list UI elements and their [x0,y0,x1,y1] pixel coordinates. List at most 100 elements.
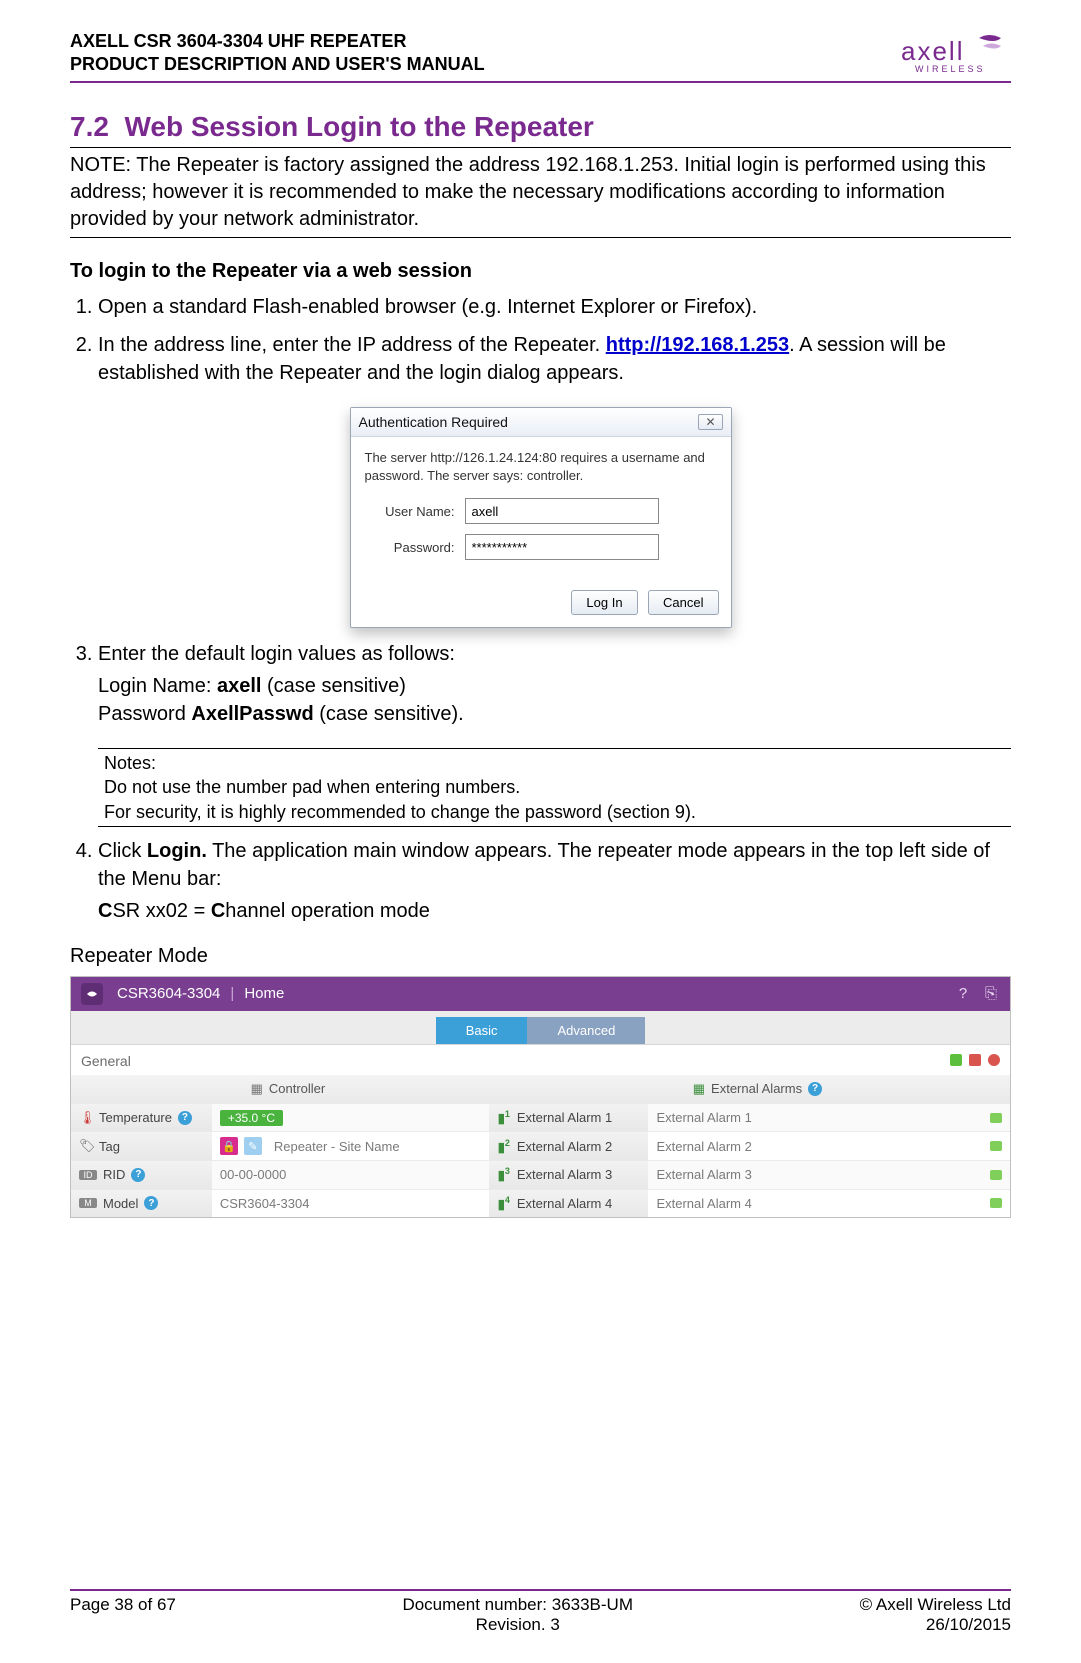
auth-dialog: Authentication Required ✕ The server htt… [350,407,732,628]
footer-mid: Document number: 3633B-UM Revision. 3 [402,1595,633,1635]
ea1-value: External Alarm 1 [648,1104,982,1131]
alarm-icon: ▮4 [497,1195,511,1212]
dialog-buttons: Log In Cancel [351,582,731,627]
app-tabs: BasicAdvanced [71,1011,1010,1045]
ea2-label: ▮2External Alarm 2 [489,1132,649,1160]
table-row: MModel? CSR3604-3304 ▮4External Alarm 4 … [71,1189,1010,1217]
tag-label: 🏷Tag [71,1132,212,1160]
mode-t1: SR xx02 = [112,900,210,922]
data-grid: 🌡Temperature? +35.0 °C ▮1External Alarm … [71,1103,1010,1217]
ea4-value: External Alarm 4 [648,1190,982,1217]
login-name-post: (case sensitive) [261,675,406,697]
step2-pre: In the address line, enter the IP addres… [98,334,606,356]
password-row: Password: [365,534,717,560]
step-1: Open a standard Flash-enabled browser (e… [98,293,1011,321]
app-home[interactable]: Home [244,985,284,1002]
section-title-text: Web Session Login to the Repeater [125,111,594,142]
dialog-body: The server http://126.1.24.124:80 requir… [351,437,731,582]
header-line2: PRODUCT DESCRIPTION AND USER'S MANUAL [70,53,485,76]
alarm-icon: ▮3 [497,1166,511,1183]
status-red-icon [969,1054,981,1066]
step3-text: Enter the default login values as follow… [98,643,455,665]
header-title: AXELL CSR 3604-3304 UHF REPEATER PRODUCT… [70,30,485,77]
topbar-divider: | [230,985,234,1002]
tab-basic[interactable]: Basic [436,1017,528,1044]
step-3: Enter the default login values as follow… [98,640,1011,728]
login-subheading: To login to the Repeater via a web sessi… [70,260,1011,283]
repeater-mode-label: Repeater Mode [70,945,1011,968]
app-topbar: CSR3604-3304 | Home ? ⎘ [71,977,1010,1011]
login-button[interactable]: Log In [571,590,637,615]
tag-text: Repeater - Site Name [274,1139,400,1154]
ea3-status [982,1161,1010,1188]
password-post: (case sensitive). [314,703,464,725]
password-value: AxellPasswd [191,703,313,725]
help-icon[interactable]: ? [178,1111,192,1125]
ea4-status [982,1190,1010,1217]
help-icon[interactable]: ? [131,1168,145,1182]
table-row: 🏷Tag 🔒 ✎ Repeater - Site Name ▮2External A… [71,1131,1010,1160]
dialog-titlebar: Authentication Required ✕ [351,408,731,437]
login-name-pre: Login Name: [98,675,217,697]
tag-value: 🔒 ✎ Repeater - Site Name [212,1132,489,1160]
tab-advanced[interactable]: Advanced [527,1017,645,1044]
mode-t2: hannel operation mode [225,900,430,922]
columns-header: ▦ Controller ▦ External Alarms ? [71,1075,1010,1103]
tag-icon: 🏷 [79,1138,93,1154]
notes-line1: Do not use the number pad when entering … [104,775,1011,799]
rid-value: 00-00-0000 [212,1161,489,1188]
col-extalarms-label: External Alarms [711,1081,802,1096]
footer-right: © Axell Wireless Ltd 26/10/2015 [860,1595,1011,1635]
section-number: 7.2 [70,111,109,142]
id-icon: ID [79,1170,97,1180]
step-2: In the address line, enter the IP addres… [98,331,1011,387]
logout-icon[interactable]: ⎘ [982,985,1000,1003]
ip-link[interactable]: http://192.168.1.253 [606,334,789,356]
status-green-icon [950,1054,962,1066]
auth-dialog-screenshot: Authentication Required ✕ The server htt… [70,407,1011,628]
login-name-value: axell [217,675,261,697]
mode-c2: C [211,900,225,922]
panel-status-icons [947,1053,1000,1069]
close-icon[interactable]: ✕ [698,414,722,430]
help-icon[interactable]: ? [954,985,972,1003]
notes-line2: For security, it is highly recommended t… [104,800,1011,824]
status-ok-icon [990,1113,1002,1123]
section-heading: 7.2 Web Session Login to the Repeater [70,111,1011,143]
password-label: Password: [365,540,455,555]
status-red-dot-icon [988,1054,1000,1066]
mode-c1: C [98,900,112,922]
thermometer-icon: 🌡 [79,1110,93,1126]
model-label: MModel? [71,1190,212,1217]
help-icon[interactable]: ? [808,1082,822,1096]
temperature-badge: +35.0 °C [220,1110,283,1126]
steps-list-4: Click Login. The application main window… [70,837,1011,925]
steps-list-cont: Enter the default login values as follow… [70,640,1011,728]
ea4-label: ▮4External Alarm 4 [489,1190,649,1217]
footer-rev: Revision. 3 [402,1615,633,1635]
axell-logo-icon: axell WIRELESS [901,30,1011,74]
model-value: CSR3604-3304 [212,1190,489,1217]
panel-header: General [71,1045,1010,1075]
svg-text:WIRELESS: WIRELESS [915,64,986,74]
notes-title: Notes: [104,751,1011,775]
username-input[interactable] [465,498,659,524]
step4-bold: Login. [147,840,207,862]
password-pre: Password [98,703,191,725]
edit-icon[interactable]: ✎ [244,1137,262,1155]
col-controller: ▦ Controller [71,1075,505,1103]
help-icon[interactable]: ? [144,1196,158,1210]
step-4: Click Login. The application main window… [98,837,1011,925]
svg-text:axell: axell [901,36,964,66]
footer-date: 26/10/2015 [860,1615,1011,1635]
lock-icon[interactable]: 🔒 [220,1137,238,1155]
dialog-message: The server http://126.1.24.124:80 requir… [365,449,717,484]
username-label: User Name: [365,504,455,519]
table-row: 🌡Temperature? +35.0 °C ▮1External Alarm … [71,1103,1010,1131]
cancel-button[interactable]: Cancel [648,590,718,615]
page-footer: Page 38 of 67 Document number: 3633B-UM … [70,1589,1011,1635]
header-line1: AXELL CSR 3604-3304 UHF REPEATER [70,30,485,53]
ea1-status [982,1104,1010,1131]
panel-title: General [81,1053,131,1069]
password-input[interactable] [465,534,659,560]
